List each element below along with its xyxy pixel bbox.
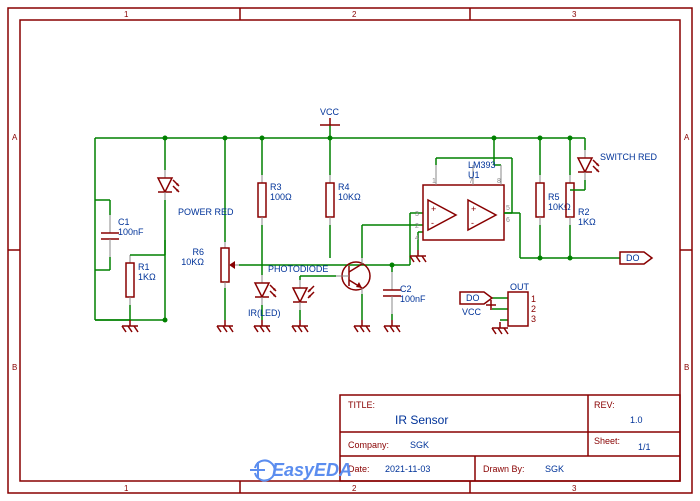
svg-text:U1: U1	[468, 170, 480, 180]
svg-text:R5: R5	[548, 192, 560, 202]
svg-text:LM393: LM393	[468, 160, 496, 170]
svg-text:VCC: VCC	[462, 307, 482, 317]
company-value: SGK	[410, 440, 429, 450]
svg-text:R1: R1	[138, 262, 150, 272]
svg-text:SWITCH RED: SWITCH RED	[600, 152, 657, 162]
svg-text:R6: R6	[192, 247, 204, 257]
schematic-canvas: 1 2 3 1 2 3 A B A B TITLE: IR Sensor REV…	[0, 0, 700, 501]
title-label: TITLE:	[348, 400, 375, 410]
svg-text:PHOTODIODE: PHOTODIODE	[268, 264, 328, 274]
sheet-label: Sheet:	[594, 436, 620, 446]
col-2: 2	[352, 10, 357, 19]
gnd-icon	[254, 320, 270, 332]
svg-text:DO: DO	[466, 293, 480, 303]
connector-out: OUT 1 2 3 DO VCC	[460, 282, 536, 334]
row-B: B	[12, 363, 17, 372]
gnd-icon	[354, 320, 370, 332]
svg-text:B: B	[684, 363, 689, 372]
vcc-power-flag: VCC	[320, 107, 340, 125]
wiring	[95, 125, 620, 323]
svg-text:C2: C2	[400, 284, 412, 294]
capacitor-c1: C1 100nF	[95, 200, 144, 270]
svg-text:1: 1	[432, 178, 436, 185]
rev-value: 1.0	[630, 415, 643, 425]
resistor-r1: R1 1KΩ	[95, 240, 165, 320]
svg-text:R2: R2	[578, 207, 590, 217]
gnd-icon	[217, 320, 233, 332]
svg-text:3: 3	[531, 314, 536, 324]
svg-text:3: 3	[415, 211, 419, 218]
col-1: 1	[124, 10, 129, 19]
svg-text:1KΩ: 1KΩ	[578, 217, 596, 227]
svg-text:A: A	[684, 133, 690, 142]
svg-text:DO: DO	[626, 253, 640, 263]
rev-label: REV:	[594, 400, 615, 410]
svg-text:8: 8	[497, 178, 501, 185]
transistor-npn	[336, 258, 370, 294]
drawing-frame: 1 2 3 1 2 3 A B A B	[8, 8, 692, 493]
company-label: Company:	[348, 440, 389, 450]
svg-text:VCC: VCC	[320, 107, 340, 117]
easyeda-logo: EasyEDA	[250, 460, 352, 481]
svg-text:R4: R4	[338, 182, 350, 192]
svg-text:IR(LED): IR(LED)	[248, 308, 281, 318]
gnd-icon	[292, 320, 308, 332]
svg-text:POWER RED: POWER RED	[178, 207, 234, 217]
resistor-r4: R4 10KΩ	[326, 175, 361, 225]
drawn-label: Drawn By:	[483, 464, 525, 474]
netlabel-do: DO	[620, 252, 652, 264]
ic-lm393: 8 7 1 3 2 4 5 6 U1 LM393	[415, 158, 512, 242]
svg-text:5: 5	[506, 205, 510, 212]
gnd-icon	[410, 250, 426, 262]
svg-text:100Ω: 100Ω	[270, 192, 292, 202]
led-switch: SWITCH RED	[570, 150, 657, 190]
row-A: A	[12, 133, 18, 142]
svg-text:10KΩ: 10KΩ	[338, 192, 361, 202]
svg-text:3: 3	[572, 484, 577, 493]
title-text: IR Sensor	[395, 413, 448, 427]
led-ir: IR(LED)	[248, 275, 281, 318]
svg-text:100nF: 100nF	[400, 294, 426, 304]
svg-text:6: 6	[506, 217, 510, 224]
drawn-value: SGK	[545, 464, 564, 474]
pot-r6: R6 10KΩ	[181, 242, 239, 288]
svg-text:10KΩ: 10KΩ	[181, 257, 204, 267]
date-value: 2021-11-03	[385, 464, 430, 474]
resistor-r3: R3 100Ω	[258, 175, 292, 225]
svg-text:2: 2	[352, 484, 357, 493]
svg-text:1KΩ: 1KΩ	[138, 272, 156, 282]
sheet-value: 1/1	[638, 442, 651, 452]
title-block: TITLE: IR Sensor REV: 1.0 Sheet: 1/1 Com…	[250, 395, 680, 481]
gnd-icon	[122, 320, 138, 332]
svg-text:EasyEDA: EasyEDA	[272, 460, 352, 480]
svg-text:4: 4	[415, 235, 419, 242]
svg-text:10KΩ: 10KΩ	[548, 202, 571, 212]
photodiode: PHOTODIODE	[268, 264, 328, 310]
svg-text:2: 2	[415, 223, 419, 230]
svg-text:R3: R3	[270, 182, 282, 192]
svg-text:1: 1	[124, 484, 129, 493]
svg-text:1: 1	[531, 294, 536, 304]
capacitor-c2: C2 100nF	[383, 272, 426, 314]
svg-text:C1: C1	[118, 217, 130, 227]
svg-text:OUT: OUT	[510, 282, 530, 292]
svg-text:2: 2	[531, 304, 536, 314]
led-power: POWER RED	[158, 170, 234, 217]
svg-text:100nF: 100nF	[118, 227, 144, 237]
resistor-r2: R2 1KΩ	[566, 175, 596, 227]
col-3: 3	[572, 10, 577, 19]
gnd-icon	[384, 320, 400, 332]
